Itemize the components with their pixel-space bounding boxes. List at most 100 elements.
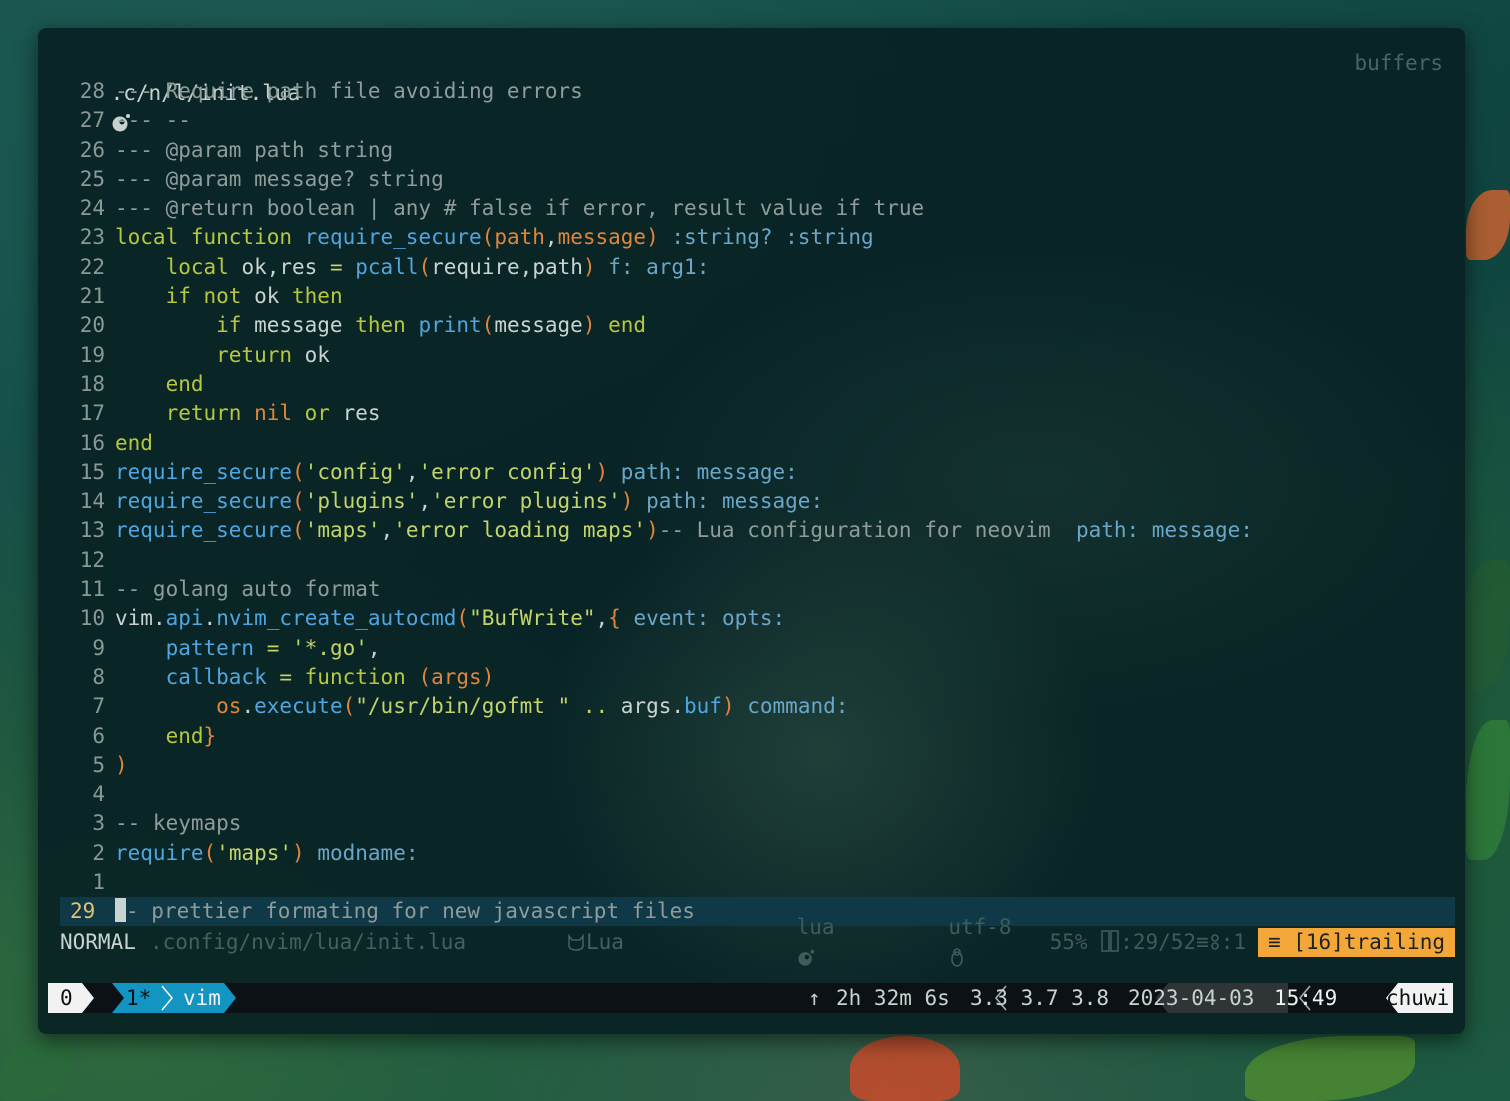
code-line[interactable]: 12 xyxy=(60,546,1455,575)
token: --- @param message? string xyxy=(115,166,444,191)
trailing-warning[interactable]: ≡ [16]trailing xyxy=(1257,927,1455,957)
token: require_secure xyxy=(115,518,293,543)
code-line[interactable]: 26 --- @param path string xyxy=(60,136,1455,165)
line-content: return nil or res xyxy=(115,399,1455,428)
linux-tux-icon xyxy=(951,948,964,967)
cat-icon xyxy=(568,933,584,951)
line-content: require_secure('maps','error loading map… xyxy=(115,516,1455,545)
token: ( xyxy=(342,694,356,719)
file-path: .config/nvim/lua/init.lua xyxy=(150,930,467,954)
mode-indicator: NORMAL xyxy=(60,930,136,954)
tmux-window-name[interactable]: vim xyxy=(183,983,221,1013)
token: , xyxy=(266,254,280,279)
token: 'config' xyxy=(304,459,406,484)
code-line[interactable]: 14 require_secure('plugins','error plugin… xyxy=(60,487,1455,516)
code-line[interactable]: 18 end xyxy=(60,370,1455,399)
token: --- @return boolean | any # false if err… xyxy=(115,196,925,221)
code-line[interactable]: 4 xyxy=(60,780,1455,809)
token: then xyxy=(279,284,343,309)
token: ) xyxy=(620,489,634,514)
line-number: 15 xyxy=(79,459,105,484)
code-line[interactable]: 7 os.execute("/usr/bin/gofmt " .. args.b… xyxy=(60,692,1455,721)
code-line[interactable]: 27 --- -- xyxy=(60,106,1455,135)
code-line[interactable]: 17 return nil or res xyxy=(60,399,1455,428)
token: require xyxy=(431,254,520,279)
code-line[interactable]: 23 local function require_secure(path,mes… xyxy=(60,223,1455,252)
line-content: require('maps') modname: xyxy=(115,839,1455,868)
position-info: 55% :29/52≡ :1 xyxy=(1050,927,1246,957)
code-line[interactable]: 10 vim.api.nvim_create_autocmd("BufWrite"… xyxy=(60,604,1455,633)
token: ) xyxy=(721,694,735,719)
token: message xyxy=(557,225,647,250)
buffers-label[interactable]: buffers xyxy=(1354,48,1443,78)
token: path: message: xyxy=(633,489,824,514)
column-position: :1 xyxy=(1220,930,1246,954)
line-number: 12 xyxy=(79,547,105,572)
tmux-statusbar: 0 1* vim ↑ 2h 32m 6s 3.3 3.7 3.8 2023-04… xyxy=(48,983,1453,1013)
token: nvim_create_autocmd xyxy=(216,606,457,631)
line-content: end xyxy=(115,370,1455,399)
token: ok xyxy=(254,284,280,309)
line-content: require_secure('config','error config') … xyxy=(115,458,1455,487)
line-number: 20 xyxy=(79,313,105,338)
code-line[interactable]: 16 end xyxy=(60,429,1455,458)
token: . xyxy=(671,694,685,719)
line-content: local ok,res = pcall(require,path) f: ar… xyxy=(115,253,1455,282)
token: .. xyxy=(570,694,621,719)
scroll-percent: 55% xyxy=(1049,930,1088,954)
code-line[interactable]: 15 require_secure('config','error config'… xyxy=(60,458,1455,487)
code-line[interactable]: 19 return ok xyxy=(60,341,1455,370)
tmux-time: 15:49 xyxy=(1274,986,1338,1010)
token: require xyxy=(115,840,204,865)
line-number: 17 xyxy=(79,401,105,426)
code-line[interactable]: 24 --- @return boolean | any # false if e… xyxy=(60,194,1455,223)
line-number: 1 xyxy=(92,870,105,895)
token: ) xyxy=(646,225,659,250)
line-content: --- @param message? string xyxy=(115,165,1455,194)
token: end xyxy=(115,723,204,748)
token: require_secure xyxy=(304,225,482,250)
line-content: end xyxy=(115,429,1455,458)
token: 'plugins' xyxy=(304,489,419,514)
line-content: --- -- xyxy=(115,106,1455,135)
code-line[interactable]: 9 pattern = '*.go', xyxy=(60,634,1455,663)
token: end xyxy=(115,371,204,396)
code-line[interactable]: 20 if message then print(message) end xyxy=(60,311,1455,340)
token: require_secure xyxy=(115,489,293,514)
token: . xyxy=(203,606,217,631)
token: callback xyxy=(115,664,267,689)
tmux-window-index[interactable]: 1* xyxy=(126,983,151,1013)
background-leaf xyxy=(1466,190,1510,260)
tmux-uptime: 2h 32m 6s xyxy=(836,986,950,1010)
background-koi xyxy=(850,1036,960,1101)
code-line[interactable]: 3 -- keymaps xyxy=(60,809,1455,838)
token: . xyxy=(241,694,255,719)
line-number: 10 xyxy=(79,606,105,631)
line-number: 13 xyxy=(79,518,105,543)
code-line[interactable]: 25 --- @param message? string xyxy=(60,165,1455,194)
line-content: return ok xyxy=(115,341,1455,370)
token: path xyxy=(532,254,583,279)
winbar: .c/n/l/init.lua xyxy=(60,48,300,132)
tmux-date: 2023-04-03 xyxy=(1128,986,1255,1010)
token: , xyxy=(367,635,381,660)
token: ) xyxy=(582,254,596,279)
tmux-session[interactable]: 0 xyxy=(60,983,73,1013)
line-position: :29/52≡ xyxy=(1120,930,1209,954)
code-line[interactable]: 21 if not ok then xyxy=(60,282,1455,311)
code-line[interactable]: 8 callback = function (args) xyxy=(60,663,1455,692)
line-content: require_secure('plugins','error plugins'… xyxy=(115,487,1455,516)
code-line[interactable]: 2 require('maps') modname: xyxy=(60,839,1455,868)
code-line[interactable]: 13 require_secure('maps','error loading m… xyxy=(60,516,1455,545)
token: os xyxy=(115,694,242,719)
code-line[interactable]: 11 -- golang auto format xyxy=(60,575,1455,604)
line-number: 9 xyxy=(92,635,105,660)
line-number: 6 xyxy=(92,723,105,748)
code-line[interactable]: 5) xyxy=(60,751,1455,780)
code-line[interactable]: 22 local ok,res = pcall(require,path) f:… xyxy=(60,253,1455,282)
token: print xyxy=(418,313,482,338)
code-line[interactable]: 28 --- Require path file avoiding errors xyxy=(60,77,1455,106)
code-line[interactable]: 6 end} xyxy=(60,722,1455,751)
token: return xyxy=(115,342,305,367)
code-area[interactable]: 28 --- Require path file avoiding errors 2… xyxy=(60,77,1455,897)
